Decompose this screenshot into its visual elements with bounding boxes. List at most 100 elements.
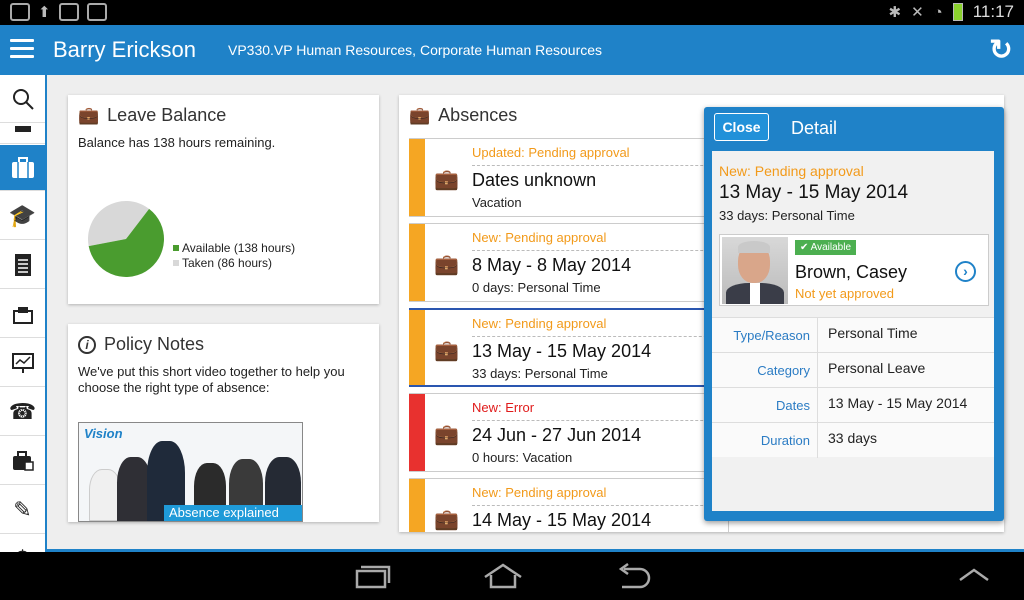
absence-item[interactable]: 💼 New: Pending approval 13 May - 15 May 20… [409,308,729,387]
legend-taken: Taken (86 hours) [173,255,295,270]
field-label: Category [757,363,810,378]
approver-card[interactable]: ✔ Available Brown, Casey Not yet approve… [719,234,989,306]
nav-rail: 🎓 ☎ ✎ $ [0,75,47,552]
home-button[interactable] [483,563,523,593]
menu-icon[interactable] [10,39,34,61]
nav-item-documents[interactable] [0,241,45,289]
bluetooth-icon: ✱ [888,4,902,21]
badge-label: Available [810,242,852,253]
divider [472,420,728,421]
field-label: Type/Reason [733,328,810,343]
legend-label-taken: Taken (86 hours) [182,255,273,270]
absences-header: 💼 Absences [409,105,517,126]
absence-icon: 💼 [409,105,431,125]
nav-item-tasks[interactable] [0,290,45,338]
absence-status-bar [409,310,425,385]
divider [472,165,728,166]
video-thumbnail[interactable]: Vision Absence explained [78,422,303,522]
nav-item-hidden[interactable] [0,124,45,144]
absence-status: New: Pending approval [472,316,607,331]
chevron-right-icon[interactable]: › [955,261,976,282]
avatar [722,237,788,304]
nav-item-edit[interactable]: ✎ [0,486,45,534]
check-icon: ✔ [800,242,811,253]
inbox-icon [12,306,33,324]
back-icon [618,562,651,589]
absence-status: New: Pending approval [472,230,607,245]
nav-item-pay[interactable]: $ [0,535,45,552]
divider [817,423,818,458]
search-icon [12,88,34,110]
recent-apps-button[interactable] [355,563,391,593]
system-nav-bar [0,555,1024,600]
detail-field-row: Category Personal Leave [712,352,994,388]
leave-balance-title: Leave Balance [107,105,227,125]
notification-icons: ⬆ [10,3,107,21]
nav-item-presentation[interactable] [0,339,45,387]
home-icon [484,563,522,589]
legend-swatch-taken [173,259,179,266]
absence-status: Updated: Pending approval [472,145,630,160]
document-icon [14,253,31,276]
nav-item-absences[interactable] [0,145,45,191]
divider [472,250,728,251]
nav-item-search[interactable] [0,75,45,123]
absence-summary: Vacation [472,195,522,210]
status-badge: ✔ Available [795,240,857,255]
absence-item[interactable]: 💼 New: Pending approval 8 May - 8 May 2014… [409,223,729,302]
mute-icon: ✕ [911,4,924,21]
field-value: 33 days [828,430,878,446]
absence-icon: 💼 [434,509,459,531]
main-content: 🎓 ☎ ✎ $ 💼 Leave Balance Balance has [0,75,1024,552]
approval-state: Not yet approved [795,286,895,301]
gallery-notification-icon [10,3,30,21]
video-caption: Absence explained [164,505,302,521]
nav-item-absence-alt[interactable] [0,437,45,485]
policy-notes-header: i Policy Notes [78,334,204,355]
absence-item[interactable]: 💼 New: Pending approval 14 May - 15 May 20… [409,478,729,532]
detail-title: Detail [791,118,838,138]
graduation-cap-icon: 🎓 [8,202,37,228]
absence-status-bar [409,224,425,301]
legend-swatch-available [173,244,179,251]
video-person [117,457,151,521]
detail-dates: 13 May - 15 May 2014 [719,182,909,203]
absence-dates: 14 May - 15 May 2014 [472,510,652,530]
leave-balance-card: 💼 Leave Balance Balance has 138 hours re… [68,95,379,304]
divider [472,505,728,506]
legend-label-available: Available (138 hours) [182,240,296,255]
back-button[interactable] [614,562,654,593]
field-value: Personal Leave [828,360,926,376]
close-button[interactable]: Close [714,113,769,141]
recent-apps-icon [355,565,391,589]
upload-notification-icon: ⬆ [38,4,51,21]
approver-name: Brown, Casey [795,262,908,282]
absence-icon: 💼 [434,254,459,276]
battery-icon [952,3,963,21]
detail-field-row: Type/Reason Personal Time [712,317,994,353]
field-value: Personal Time [828,325,918,341]
divider [817,353,818,388]
expand-button[interactable] [958,563,990,593]
detail-field-row: Duration 33 days [712,422,994,458]
detail-body: New: Pending approval 13 May - 15 May 20… [712,151,994,511]
nav-item-training[interactable]: 🎓 [0,192,45,240]
user-name: Barry Erickson [53,37,197,62]
absences-title: Absences [438,105,518,125]
refresh-icon[interactable]: ↻ [986,35,1016,65]
absence-item[interactable]: 💼 Updated: Pending approval Dates unknown V… [409,138,729,217]
absence-item[interactable]: 💼 New: Error 24 Jun - 27 Jun 2014 0 hours: … [409,393,729,472]
detail-panel: Close Detail New: Pending approval 13 Ma… [704,107,1004,521]
divider [817,388,818,423]
phone-icon: ☎ [8,398,37,424]
legend-available: Available (138 hours) [173,240,295,255]
absence-icon: 💼 [434,340,459,362]
edit-icon: ✎ [13,496,32,522]
info-icon: i [78,335,96,354]
detail-summary: 33 days: Personal Time [719,208,855,223]
policy-notes-card: i Policy Notes We've put this short vide… [68,324,379,522]
clock: 11:17 [972,2,1014,21]
nav-item-phone[interactable]: ☎ [0,388,45,436]
policy-notes-title: Policy Notes [104,334,205,354]
field-label: Dates [776,398,810,413]
